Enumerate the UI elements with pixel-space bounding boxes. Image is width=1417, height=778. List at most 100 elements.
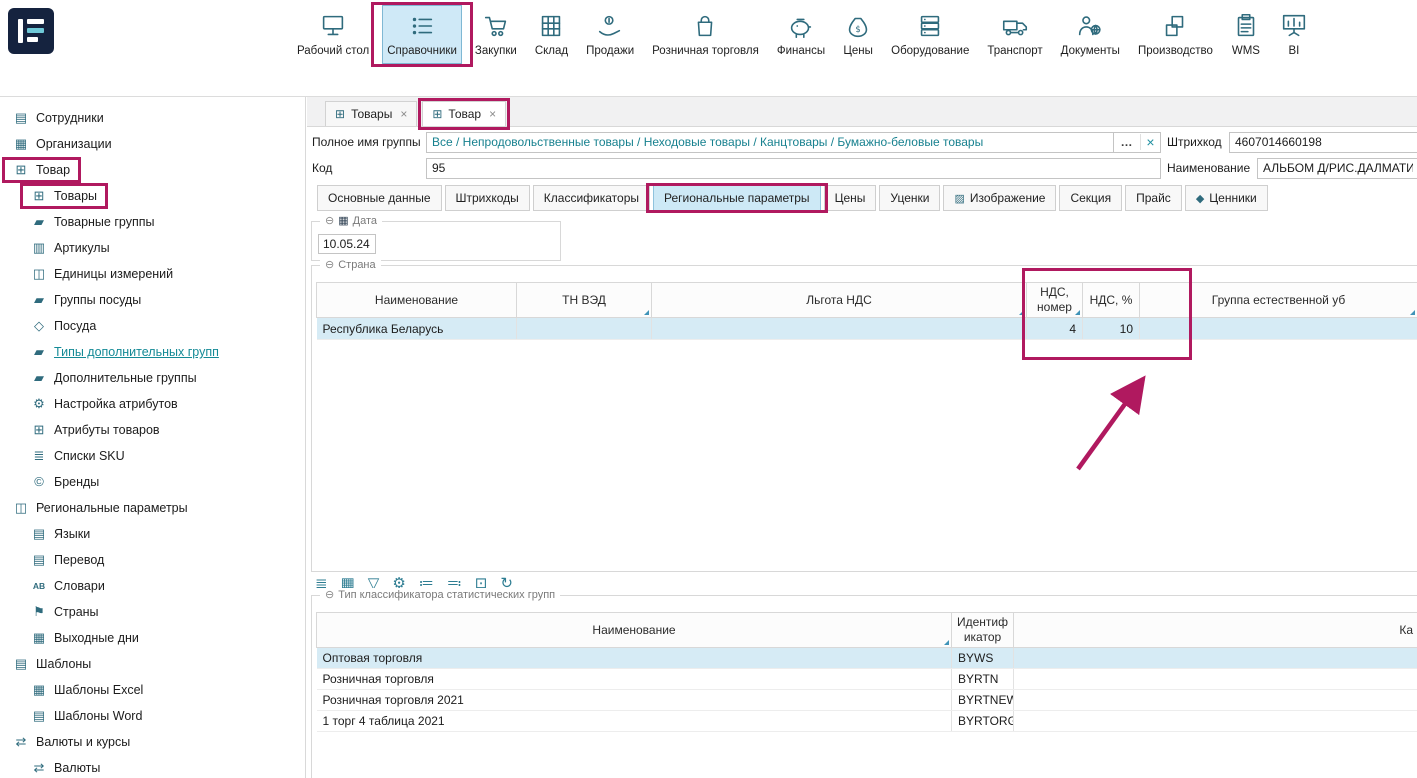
sidebar-item-dictionaries[interactable]: ABСловари: [0, 573, 305, 599]
sidebar-item-extra-group-types[interactable]: ▰Типы дополнительных групп: [0, 339, 305, 365]
toolbar-item-desktop[interactable]: Рабочий стол: [292, 5, 374, 64]
retail-icon: [690, 11, 720, 41]
country-table-header-3[interactable]: НДС, номер: [1027, 283, 1083, 318]
group-clear-button[interactable]: ×: [1140, 134, 1160, 150]
form-row-code: Код 95 Наименование АЛЬБОМ Д/РИС.ДАЛМАТИ…: [312, 156, 1417, 180]
sidebar-item-translation[interactable]: ▤Перевод: [0, 547, 305, 573]
sidebar-item-products[interactable]: ⊞Товары: [0, 183, 305, 209]
code-input[interactable]: 95: [426, 158, 1161, 179]
sidebar-item-organizations[interactable]: ▦Организации: [0, 131, 305, 157]
sidebar-item-templates[interactable]: ▤Шаблоны: [0, 651, 305, 677]
toolbar-item-sales[interactable]: Продажи: [581, 5, 639, 64]
classifier-table-row-2[interactable]: Розничная торговля 2021BYRTNEW: [317, 690, 1417, 711]
barcode-input[interactable]: 4607014660198: [1229, 132, 1417, 153]
sidebar-item-label: Выходные дни: [54, 631, 139, 645]
collapse-icon[interactable]: ⊖: [325, 258, 334, 271]
sidebar-item-units[interactable]: ◫Единицы измерений: [0, 261, 305, 287]
country-table-cell-0-4: 10: [1083, 318, 1140, 340]
toolbar-item-warehouse[interactable]: Склад: [530, 5, 573, 64]
detail-tab-price-list[interactable]: Прайс: [1125, 185, 1182, 211]
sidebar-item-dishes[interactable]: ◇Посуда: [0, 313, 305, 339]
sidebar-item-excel-templates[interactable]: ▦Шаблоны Excel: [0, 677, 305, 703]
sidebar-item-inner: ▰Дополнительные группы: [28, 367, 200, 389]
sidebar-item-label: Типы дополнительных групп: [54, 345, 219, 359]
app-logo[interactable]: [8, 8, 54, 54]
tab-close-icon[interactable]: ×: [398, 107, 407, 121]
classifier-table-row-1[interactable]: Розничная торговляBYRTN: [317, 669, 1417, 690]
classifier-table-header-0[interactable]: Наименование: [317, 613, 952, 648]
sidebar-item-holidays[interactable]: ▦Выходные дни: [0, 625, 305, 651]
country-table-cell-0-1: [517, 318, 652, 340]
detail-tab-prices[interactable]: Цены: [824, 185, 877, 211]
toolbar-item-directories[interactable]: Справочники: [382, 5, 462, 64]
sidebar-item-currencies[interactable]: ⇄Валюты: [0, 755, 305, 778]
sidebar-item-countries[interactable]: ⚑Страны: [0, 599, 305, 625]
group-input-tools: … ×: [1113, 133, 1160, 152]
sidebar-item-inner: ◫Единицы измерений: [28, 263, 176, 285]
group-name-input[interactable]: Все / Непродовольственные товары / Неход…: [426, 132, 1161, 153]
detail-tab-classifiers[interactable]: Классификаторы: [533, 185, 650, 211]
sidebar-item-product-groups[interactable]: ▰Товарные группы: [0, 209, 305, 235]
sidebar-item-sku-lists[interactable]: ≣Списки SKU: [0, 443, 305, 469]
toolbar-item-wms[interactable]: WMS: [1226, 5, 1266, 64]
sidebar-item-label: Словари: [54, 579, 105, 593]
code-label: Код: [312, 161, 426, 175]
detail-tab-main-data[interactable]: Основные данные: [317, 185, 442, 211]
country-table-row-0[interactable]: Республика Беларусь410: [317, 318, 1417, 340]
detail-tab-markdowns[interactable]: Уценки: [879, 185, 940, 211]
sidebar-item-dish-groups[interactable]: ▰Группы посуды: [0, 287, 305, 313]
detail-tab-regional-params[interactable]: Региональные параметры: [653, 185, 821, 211]
country-table-header-4[interactable]: НДС, %: [1083, 283, 1140, 318]
sidebar-item-articles[interactable]: ▥Артикулы: [0, 235, 305, 261]
toolbar-item-equipment[interactable]: Оборудование: [886, 5, 974, 64]
translate-doc-icon: ▤: [31, 552, 47, 568]
sidebar-item-word-templates[interactable]: ▤Шаблоны Word: [0, 703, 305, 729]
detail-tab-price-tags[interactable]: ◆Ценники: [1185, 185, 1268, 211]
toolbar-item-prices[interactable]: Цены: [838, 5, 878, 64]
toolbar-item-retail[interactable]: Розничная торговля: [647, 5, 764, 64]
name-input[interactable]: АЛЬБОМ Д/РИС.ДАЛМАТИНЦ: [1257, 158, 1417, 179]
sidebar-item-languages[interactable]: ▤Языки: [0, 521, 305, 547]
classifier-table-cell-2-0: Розничная торговля 2021: [317, 690, 952, 711]
sidebar-item-inner: ▰Группы посуды: [28, 289, 144, 311]
toolbar-item-documents[interactable]: Документы: [1056, 5, 1125, 64]
sidebar-item-product[interactable]: ⊞Товар: [0, 157, 305, 183]
sidebar-item-attribute-settings[interactable]: ⚙Настройка атрибутов: [0, 391, 305, 417]
toolbar-item-finance[interactable]: Финансы: [772, 5, 830, 64]
sidebar-item-product-attributes[interactable]: ⊞Атрибуты товаров: [0, 417, 305, 443]
toolbar-item-purchases[interactable]: Закупки: [470, 5, 522, 64]
sidebar-item-employees[interactable]: ▤Сотрудники: [0, 105, 305, 131]
tab-close-icon[interactable]: ×: [487, 107, 496, 121]
sidebar-item-brands[interactable]: ©Бренды: [0, 469, 305, 495]
country-table-cell-0-3: 4: [1027, 318, 1083, 340]
toolbar-item-bi[interactable]: BI: [1274, 5, 1314, 64]
country-table-header-5[interactable]: Группа естественной уб: [1140, 283, 1417, 318]
detail-tab-section[interactable]: Секция: [1059, 185, 1122, 211]
briefcase-icon: ▰: [31, 292, 47, 308]
detail-tab-label: Прайс: [1136, 191, 1171, 205]
date-input[interactable]: 10.05.24: [318, 234, 376, 254]
classifier-table-header-2[interactable]: Ка: [1014, 613, 1417, 648]
sidebar-item-currencies-rates[interactable]: ⇄Валюты и курсы: [0, 729, 305, 755]
collapse-icon[interactable]: ⊖: [325, 214, 334, 227]
toolbar-item-transport[interactable]: Транспорт: [982, 5, 1047, 64]
toolbar-item-production[interactable]: Производство: [1133, 5, 1218, 64]
group-picker-button[interactable]: …: [1114, 135, 1140, 149]
tab-product[interactable]: ⊞Товар×: [422, 101, 506, 126]
name-label: Наименование: [1167, 161, 1257, 175]
country-table-header-2[interactable]: Льгота НДС: [652, 283, 1027, 318]
tab-label: Товары: [351, 107, 392, 121]
country-table-header-1[interactable]: ТН ВЭД: [517, 283, 652, 318]
classifier-table-row-3[interactable]: 1 торг 4 таблица 2021BYRTORG: [317, 711, 1417, 732]
classifier-table-row-0[interactable]: Оптовая торговляBYWS: [317, 648, 1417, 669]
sidebar-item-extra-groups[interactable]: ▰Дополнительные группы: [0, 365, 305, 391]
classifier-group: ⊖ Тип классификатора статистических груп…: [311, 595, 1417, 778]
detail-tab-barcodes[interactable]: Штрихкоды: [445, 185, 530, 211]
detail-tab-image[interactable]: ▨Изображение: [943, 185, 1056, 211]
tab-products[interactable]: ⊞Товары×: [325, 101, 417, 126]
sidebar-item-regional-params[interactable]: ◫Региональные параметры: [0, 495, 305, 521]
classifier-table-header-1[interactable]: Идентиф икатор: [952, 613, 1014, 648]
country-table-header-0[interactable]: Наименование: [317, 283, 517, 318]
collapse-icon[interactable]: ⊖: [325, 588, 334, 601]
tab-label: Товар: [448, 107, 481, 121]
